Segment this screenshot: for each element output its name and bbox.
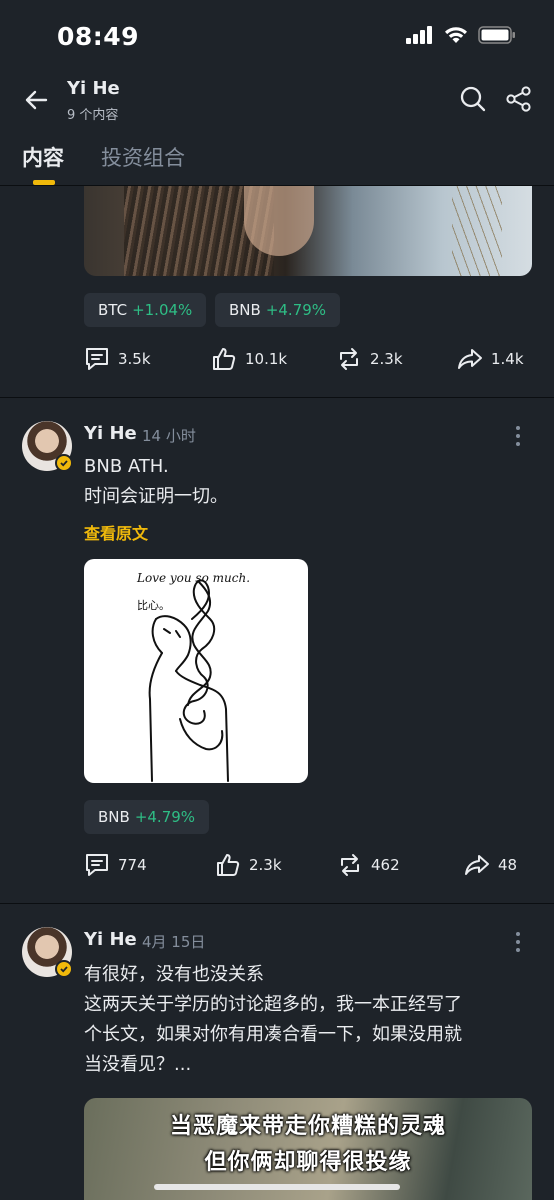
post-divider: [0, 397, 554, 398]
coin-tag-bnb[interactable]: BNB +4.79%: [84, 800, 210, 834]
home-indicator[interactable]: [154, 1184, 400, 1190]
post-text-line: 个长文，如果对你有用凑合看一下，如果没用就: [84, 1024, 462, 1045]
profile-name: Yi He: [67, 78, 120, 99]
top-nav: Yi He 9 个内容: [0, 72, 554, 130]
repost-button[interactable]: 462: [337, 845, 400, 885]
verified-badge-icon: [55, 454, 73, 472]
coin-change: +4.79%: [134, 808, 196, 826]
post-time: 14 小时: [142, 427, 196, 445]
status-time: 08:49: [57, 22, 140, 51]
comment-icon: [86, 348, 108, 370]
forward-count: 48: [498, 856, 518, 874]
post-text[interactable]: 有很好，没有也没关系 这两天关于学历的讨论超多的，我一本正经写了 个长文，如果对…: [84, 960, 534, 1080]
post-divider: [0, 903, 554, 904]
content-count: 9 个内容: [67, 108, 119, 123]
thumbs-up-icon: [217, 854, 240, 876]
tab-content[interactable]: 内容: [22, 142, 64, 172]
cellular-signal-icon: [406, 26, 432, 44]
tab-portfolio[interactable]: 投资组合: [101, 142, 185, 172]
post-text-line: 有很好，没有也没关系: [84, 964, 264, 985]
repost-count: 2.3k: [370, 350, 403, 368]
coin-symbol: BNB: [229, 301, 261, 319]
comment-button[interactable]: 3.5k: [84, 339, 151, 379]
post-actions: 774 2.3k 462 48: [0, 845, 554, 885]
repost-icon: [340, 348, 358, 370]
heart-hands-drawing: [148, 579, 229, 782]
post-text-line: BNB ATH.: [84, 456, 169, 477]
repost-button[interactable]: 2.3k: [336, 339, 403, 379]
post-text-line: 时间会证明一切。: [84, 486, 228, 507]
comment-count: 774: [118, 856, 147, 874]
comment-icon: [86, 854, 108, 876]
coin-tag-btc[interactable]: BTC +1.04%: [84, 293, 207, 327]
post-actions: 3.5k 10.1k 2.3k 1.4k: [0, 339, 554, 379]
image-caption-line: 但你俩却聊得很投缘: [204, 1150, 412, 1175]
post-time: 4月 15日: [142, 933, 206, 951]
post-author[interactable]: Yi He: [84, 929, 137, 950]
forward-button[interactable]: 48: [464, 845, 517, 885]
forward-button[interactable]: 1.4k: [457, 339, 524, 379]
coin-tag-bnb[interactable]: BNB +4.79%: [215, 293, 341, 327]
post-image[interactable]: Love you so much. 比心。: [84, 559, 308, 783]
repost-icon: [341, 854, 359, 876]
active-tab-indicator: [33, 180, 55, 185]
search-icon[interactable]: [458, 84, 488, 114]
profile-tabs: 内容 投资组合: [0, 136, 554, 186]
post-text-line: 这两天关于学历的讨论超多的，我一本正经写了: [84, 994, 462, 1015]
status-icons: [406, 26, 516, 44]
coin-symbol: BNB: [98, 808, 130, 826]
more-options-icon[interactable]: [508, 424, 528, 448]
like-count: 2.3k: [249, 856, 282, 874]
comment-button[interactable]: 774: [84, 845, 147, 885]
status-bar: 08:49: [0, 0, 554, 72]
like-button[interactable]: 2.3k: [215, 845, 282, 885]
battery-icon: [478, 26, 515, 44]
back-arrow-icon[interactable]: [20, 84, 52, 116]
wifi-icon: [445, 27, 467, 43]
coin-symbol: BTC: [98, 301, 128, 319]
image-caption-line: 当恶魔来带走你糟糕的灵魂: [169, 1114, 446, 1139]
repost-count: 462: [371, 856, 400, 874]
comment-count: 3.5k: [118, 350, 151, 368]
forward-icon: [465, 855, 489, 875]
post-author[interactable]: Yi He: [84, 423, 137, 444]
forward-icon: [458, 349, 482, 369]
thumbs-up-icon: [213, 348, 236, 370]
verified-badge-icon: [55, 960, 73, 978]
share-icon[interactable]: [504, 84, 534, 114]
post-text[interactable]: BNB ATH. 时间会证明一切。: [84, 452, 534, 512]
view-original-link[interactable]: 查看原文: [84, 520, 148, 544]
more-options-icon[interactable]: [508, 930, 528, 954]
post-image[interactable]: [84, 186, 532, 276]
forward-count: 1.4k: [491, 350, 524, 368]
like-button[interactable]: 10.1k: [211, 339, 287, 379]
coin-change: +4.79%: [265, 301, 327, 319]
like-count: 10.1k: [245, 350, 288, 368]
coin-change: +1.04%: [132, 301, 193, 319]
post-text-line: 当没看见？...: [84, 1054, 192, 1075]
content-feed[interactable]: BTC +1.04% BNB +4.79% 3.5k 10.1k 2.3k 1.…: [0, 186, 554, 1200]
